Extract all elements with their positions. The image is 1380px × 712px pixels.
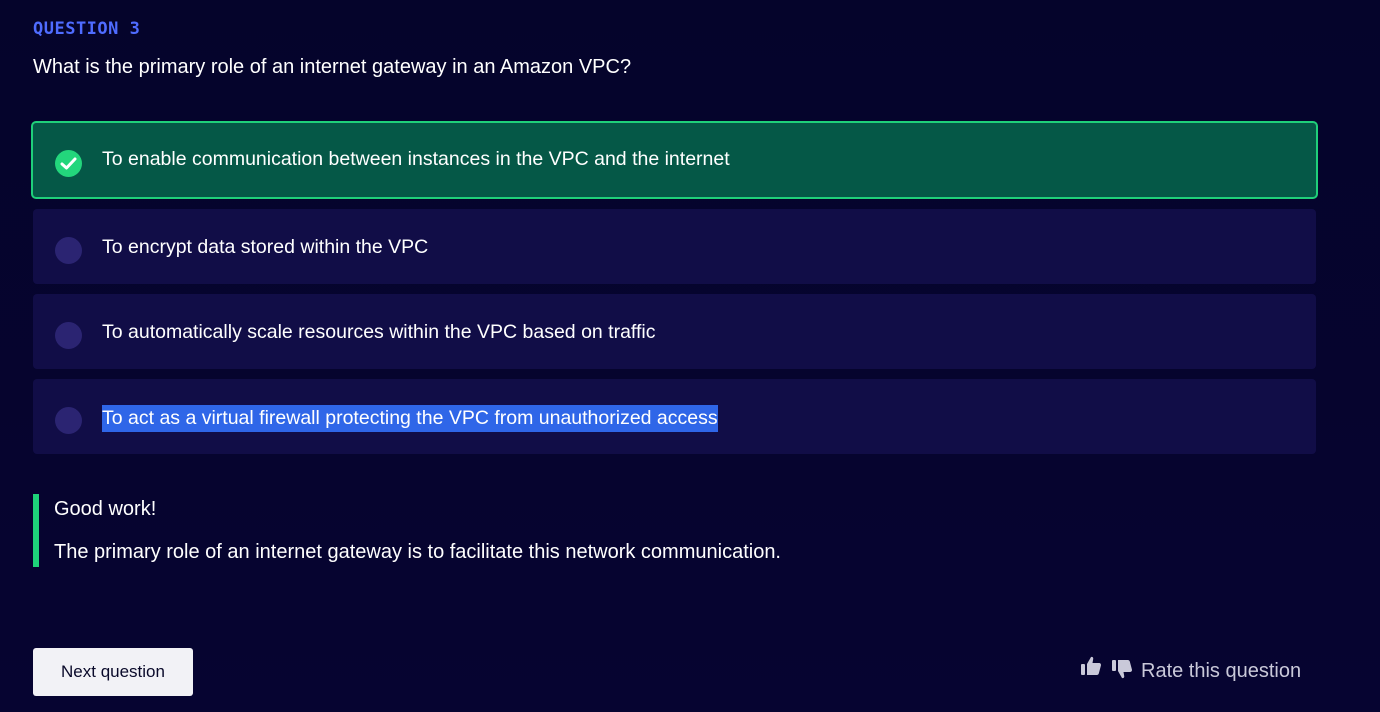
- radio-button[interactable]: [55, 407, 82, 434]
- answer-option-label: To automatically scale resources within …: [102, 321, 656, 343]
- thumbs-down-icon[interactable]: [1111, 658, 1133, 680]
- feedback-title: Good work!: [54, 498, 157, 520]
- feedback-panel: Good work! The primary role of an intern…: [33, 494, 939, 567]
- answer-option-4[interactable]: To act as a virtual firewall protecting …: [33, 379, 1316, 454]
- answer-option-1[interactable]: To enable communication between instance…: [31, 121, 1318, 199]
- thumbs-up-icon[interactable]: [1080, 655, 1102, 677]
- answer-option-label: To enable communication between instance…: [102, 148, 730, 170]
- answer-options: To enable communication between instance…: [31, 121, 1318, 464]
- answer-option-label: To encrypt data stored within the VPC: [102, 236, 429, 258]
- radio-button[interactable]: [55, 322, 82, 349]
- rate-question-label: Rate this question: [1141, 660, 1302, 682]
- question-number: QUESTION 3: [33, 19, 141, 39]
- rate-question: Rate this question: [1080, 655, 1320, 687]
- quiz-page: QUESTION 3 What is the primary role of a…: [0, 0, 1380, 712]
- answer-option-3[interactable]: To automatically scale resources within …: [33, 294, 1316, 369]
- question-text: What is the primary role of an internet …: [33, 56, 632, 78]
- answer-option-2[interactable]: To encrypt data stored within the VPC: [33, 209, 1316, 284]
- feedback-body: The primary role of an internet gateway …: [54, 541, 781, 563]
- radio-button[interactable]: [55, 237, 82, 264]
- answer-option-label: To act as a virtual firewall protecting …: [102, 405, 718, 432]
- next-question-button[interactable]: Next question: [33, 648, 193, 696]
- checkmark-icon: [55, 150, 82, 177]
